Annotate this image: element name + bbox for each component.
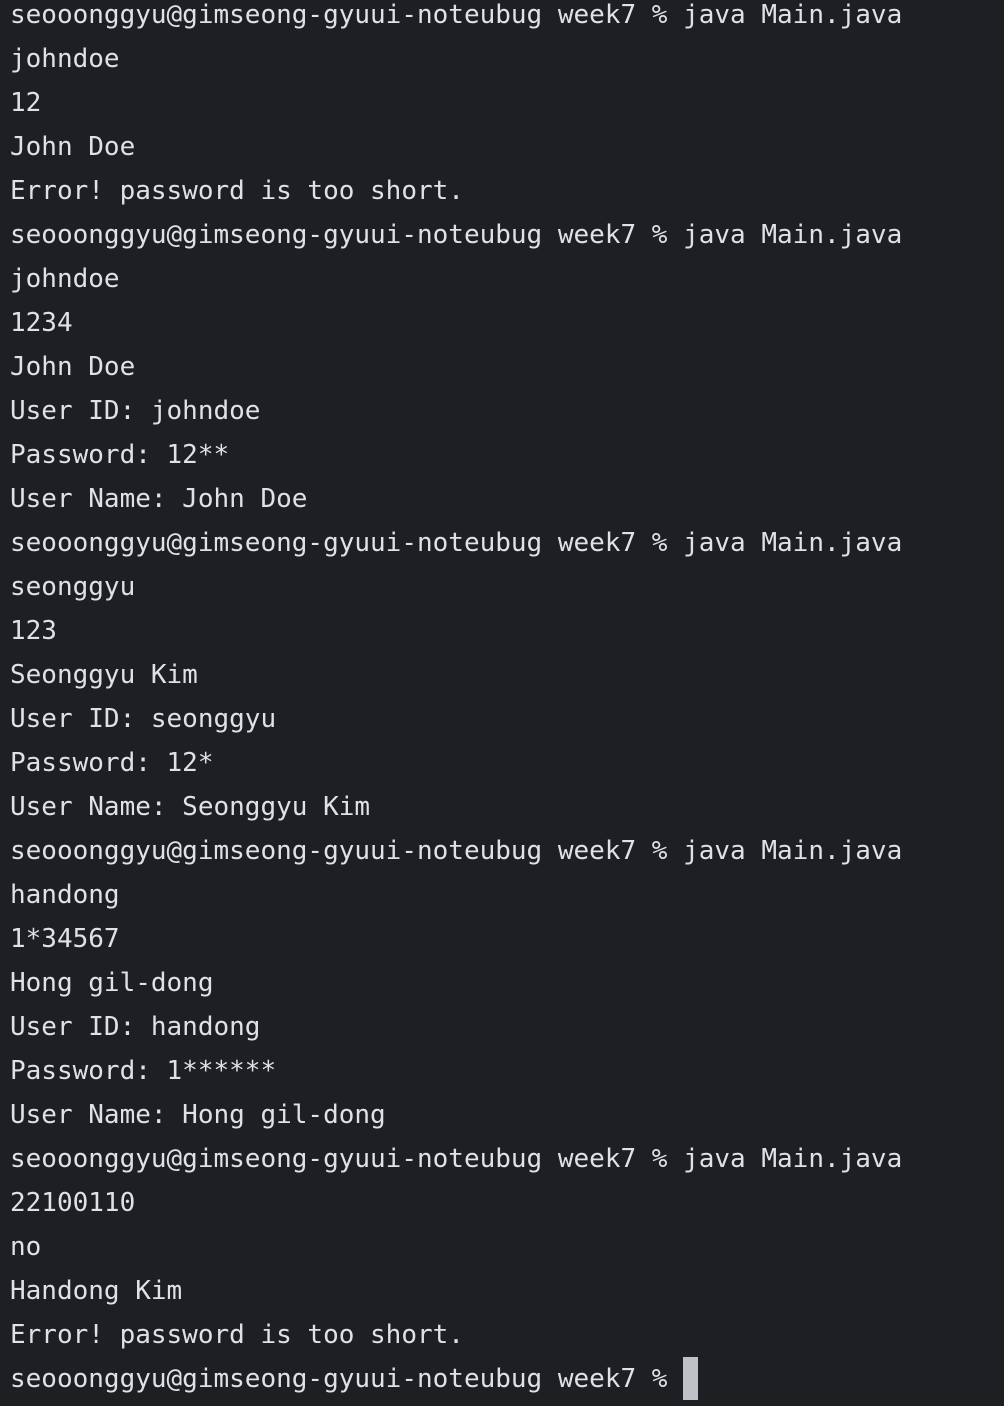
terminal-line: John Doe — [10, 352, 136, 382]
terminal-line: 1*34567 — [10, 924, 120, 954]
terminal-line: seooonggyu@gimseong-gyuui-noteubug week7… — [10, 1144, 903, 1174]
terminal-line: Hong gil-dong — [10, 968, 214, 998]
terminal-line: seooonggyu@gimseong-gyuui-noteubug week7… — [10, 528, 903, 558]
terminal-line: seooonggyu@gimseong-gyuui-noteubug week7… — [10, 0, 903, 30]
terminal-line: User ID: johndoe — [10, 396, 261, 426]
terminal-line: Handong Kim — [10, 1276, 183, 1306]
terminal-output[interactable]: seooonggyu@gimseong-gyuui-noteubug week7… — [0, 0, 1004, 1406]
terminal-line: User Name: Hong gil-dong — [10, 1100, 386, 1130]
terminal-line: User ID: seonggyu — [10, 704, 277, 734]
terminal-line: Password: 12** — [10, 440, 230, 470]
terminal-prompt-line[interactable]: seooonggyu@gimseong-gyuui-noteubug week7… — [10, 1357, 1004, 1406]
terminal-line: 22100110 — [10, 1188, 136, 1218]
terminal-line: 1234 — [10, 308, 73, 338]
terminal-line: Error! password is too short. — [10, 176, 464, 206]
terminal-line: Password: 12* — [10, 748, 214, 778]
terminal-line: 123 — [10, 616, 57, 646]
terminal-line: Password: 1****** — [10, 1056, 277, 1086]
terminal-line: Seonggyu Kim — [10, 660, 198, 690]
terminal-line: User ID: handong — [10, 1012, 261, 1042]
terminal-line: no — [10, 1232, 42, 1262]
terminal-line: John Doe — [10, 132, 136, 162]
terminal-line: User Name: Seonggyu Kim — [10, 792, 371, 822]
terminal-line: seonggyu — [10, 572, 136, 602]
text-cursor — [683, 1357, 699, 1400]
terminal-line: seooonggyu@gimseong-gyuui-noteubug week7… — [10, 220, 903, 250]
terminal-line: johndoe — [10, 264, 120, 294]
terminal-line: handong — [10, 880, 120, 910]
terminal-line: 12 — [10, 88, 42, 118]
terminal-line: User Name: John Doe — [10, 484, 308, 514]
terminal-line: seooonggyu@gimseong-gyuui-noteubug week7… — [10, 836, 903, 866]
terminal-line: Error! password is too short. — [10, 1320, 464, 1350]
terminal-line: johndoe — [10, 44, 120, 74]
terminal-prompt: seooonggyu@gimseong-gyuui-noteubug week7… — [10, 1364, 668, 1394]
